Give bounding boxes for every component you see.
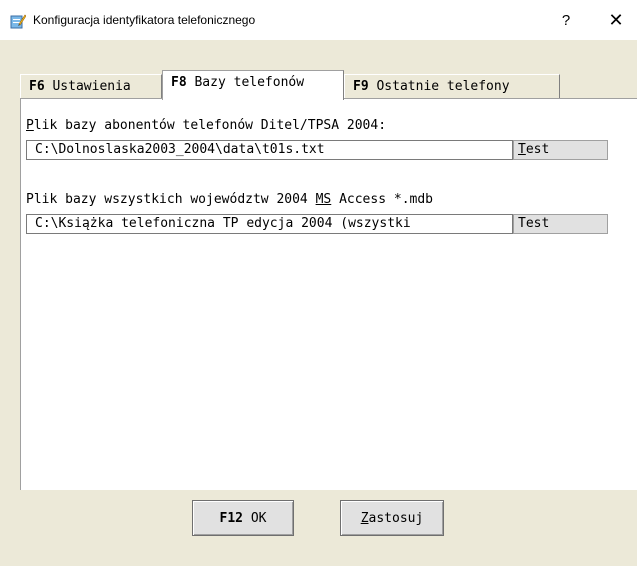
window-title: Konfiguracja identyfikatora telefoniczne… <box>33 13 256 27</box>
tab-label: Bazy telefonów <box>186 75 305 90</box>
test-ditel-button[interactable]: Test <box>513 140 608 160</box>
field-label-ditel: Plik bazy abonentów telefonów Ditel/TPSA… <box>26 118 387 133</box>
tab-label: Ostatnie telefony <box>368 79 510 94</box>
tab-key: F6 <box>29 79 45 94</box>
app-icon <box>10 14 26 29</box>
title-bar: Konfiguracja identyfikatora telefoniczne… <box>0 0 637 40</box>
close-button[interactable]: ✕ <box>596 4 636 36</box>
test-access-button[interactable]: Test <box>513 214 608 234</box>
tab-key: F9 <box>353 79 369 94</box>
tab-bazy-telefonow[interactable]: F8 Bazy telefonów <box>162 70 344 100</box>
tab-key: F8 <box>171 75 187 90</box>
tab-ustawienia[interactable]: F6 Ustawienia <box>20 74 162 98</box>
help-button[interactable]: ? <box>550 4 582 36</box>
ditel-path-input[interactable]: C:\Dolnoslaska2003_2004\data\t01s.txt <box>26 140 513 160</box>
access-path-input[interactable]: C:\Książka telefoniczna TP edycja 2004 (… <box>26 214 513 234</box>
apply-button[interactable]: Zastosuj <box>340 500 444 536</box>
ok-button[interactable]: F12 OK <box>192 500 294 536</box>
tab-ostatnie-telefony[interactable]: F9 Ostatnie telefony <box>344 74 560 98</box>
field-label-access: Plik bazy wszystkich województw 2004 MS … <box>26 192 433 207</box>
tab-label: Ustawienia <box>44 79 131 94</box>
